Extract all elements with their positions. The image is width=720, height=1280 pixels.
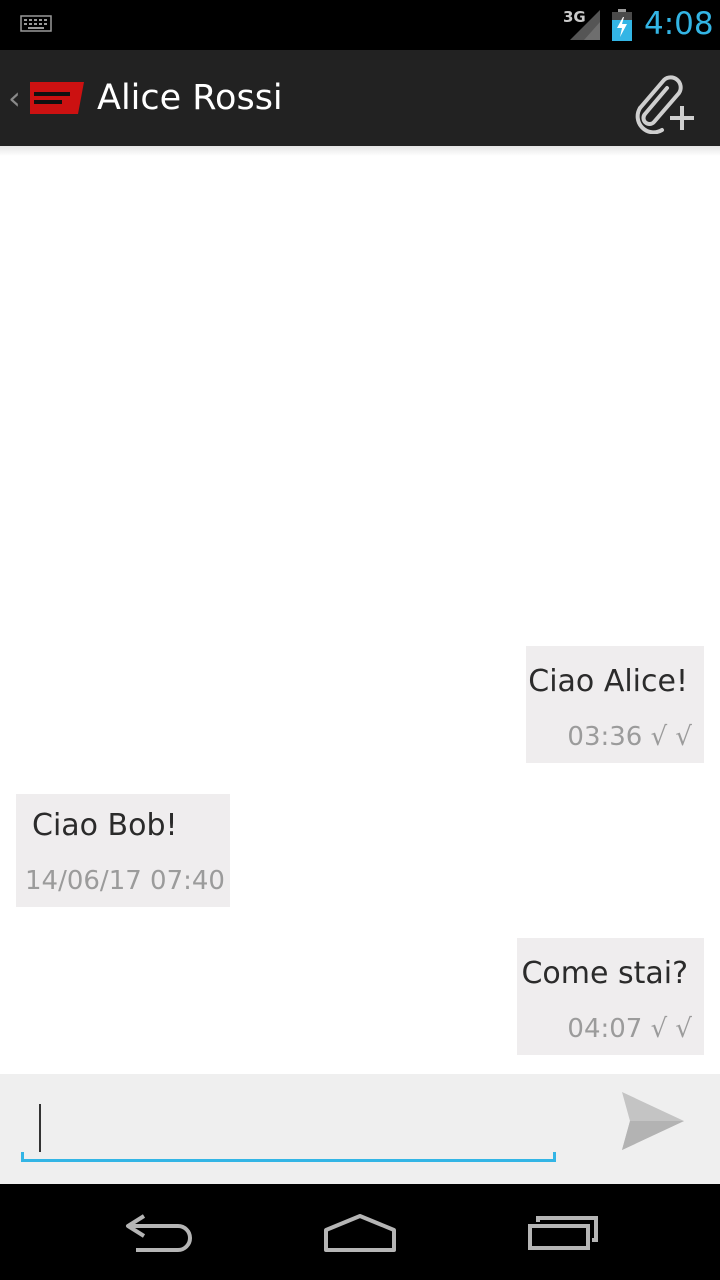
compose-bar	[0, 1074, 720, 1184]
message-status: 03:36 √ √	[567, 722, 692, 752]
message-timestamp: 14/06/17 07:40	[25, 866, 225, 896]
recents-icon[interactable]	[522, 1208, 602, 1258]
home-icon[interactable]	[320, 1208, 400, 1258]
conversation-title[interactable]: Alice Rossi	[97, 76, 283, 120]
send-icon[interactable]	[618, 1090, 686, 1152]
incoming-message-bubble[interactable]: Ciao Bob! 14/06/17 07:40	[16, 794, 230, 907]
battery-charging-icon	[612, 9, 632, 41]
action-bar: ‹ Alice Rossi	[0, 50, 720, 146]
app-logo-icon[interactable]	[26, 80, 86, 116]
clock: 4:08	[644, 6, 714, 42]
outgoing-message-bubble[interactable]: Come stai? 04:07 √ √	[517, 938, 704, 1055]
back-icon[interactable]	[120, 1208, 200, 1258]
action-bar-shadow	[0, 146, 720, 156]
network-type-label: 3G	[563, 8, 586, 26]
keyboard-icon	[20, 15, 52, 32]
text-cursor	[39, 1104, 41, 1152]
message-text: Ciao Alice!	[528, 664, 688, 699]
outgoing-message-bubble[interactable]: Ciao Alice! 03:36 √ √	[526, 646, 704, 763]
message-input[interactable]	[21, 1100, 556, 1162]
status-bar: 3G 4:08	[0, 0, 720, 50]
message-status: 04:07 √ √	[567, 1014, 692, 1044]
message-text: Come stai?	[521, 956, 688, 991]
message-text: Ciao Bob!	[32, 808, 178, 843]
chevron-left-icon[interactable]: ‹	[8, 78, 21, 118]
attach-add-icon[interactable]	[626, 64, 700, 134]
navigation-bar	[0, 1184, 720, 1280]
message-list[interactable]: Ciao Alice! 03:36 √ √ Ciao Bob! 14/06/17…	[0, 146, 720, 1074]
